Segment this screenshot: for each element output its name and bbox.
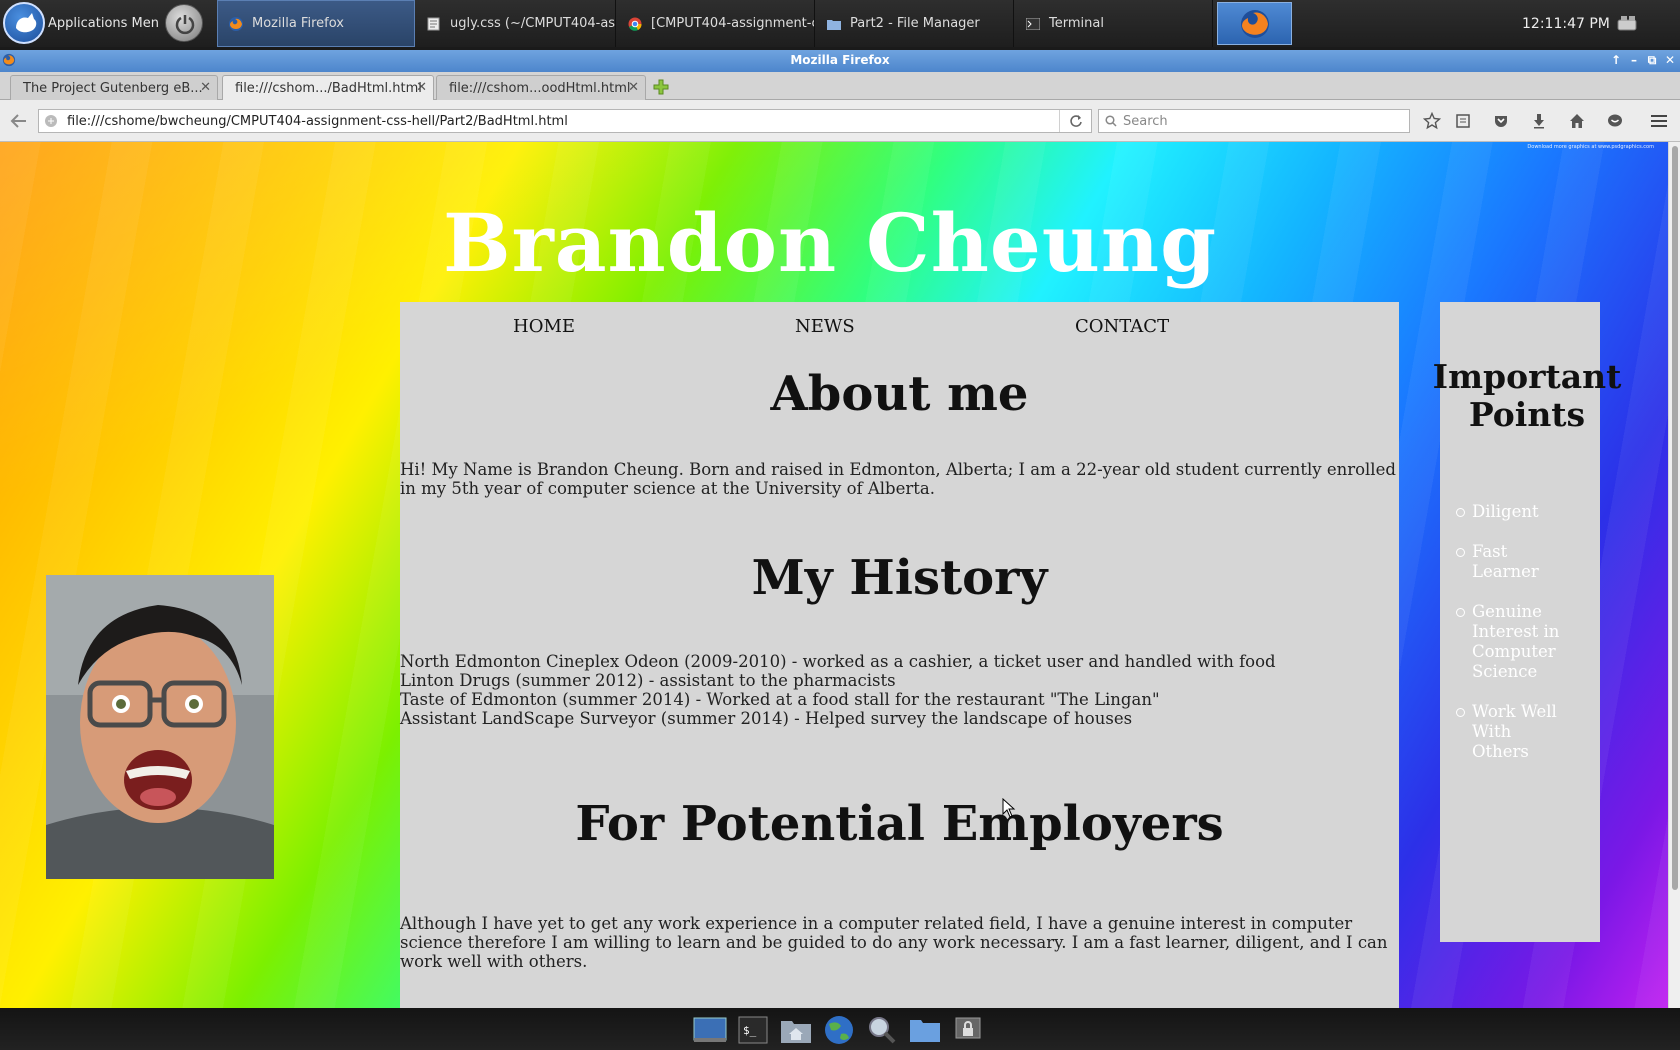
nav-link-contact[interactable]: CONTACT	[1075, 316, 1169, 337]
text-editor-icon	[426, 16, 442, 32]
folder-dock-icon[interactable]	[907, 1012, 943, 1048]
task-label: Part2 - File Manager	[850, 16, 980, 31]
network-icon[interactable]	[1617, 14, 1639, 36]
hamburger-menu-icon[interactable]	[1648, 110, 1670, 132]
task-label: Mozilla Firefox	[252, 16, 344, 31]
background-credit: Download more graphics at www.psdgraphic…	[1527, 144, 1654, 150]
maximize-icon[interactable]: ⧉	[1646, 52, 1658, 68]
point-item: Work Well With Others	[1456, 702, 1566, 762]
new-tab-plus-icon[interactable]	[652, 78, 672, 98]
tab-label: file:///cshom.../BadHtml.html	[235, 80, 422, 96]
vertical-scrollbar[interactable]	[1668, 142, 1680, 1008]
history-list: North Edmonton Cineplex Odeon (2009-2010…	[400, 652, 1399, 728]
terminal-dock-icon[interactable]: $_	[735, 1012, 771, 1048]
top-panel: Applications Menu Mozilla Firefox ugly.c…	[0, 0, 1680, 47]
task-label: [CMPUT404-assignment-c...	[651, 16, 815, 31]
about-heading: About me	[770, 366, 1029, 422]
history-item: Assistant LandScape Surveyor (summer 201…	[400, 709, 1133, 728]
mouse-cursor-icon	[1002, 797, 1016, 822]
xfce-mouse-icon[interactable]	[3, 2, 45, 44]
svg-text:$_: $_	[743, 1024, 757, 1037]
tab-close-icon[interactable]: ✕	[416, 80, 427, 95]
history-item: North Edmonton Cineplex Odeon (2009-2010…	[400, 652, 1276, 671]
tab-close-icon[interactable]: ✕	[628, 80, 639, 95]
url-bar[interactable]: file:///cshome/bwcheung/CMPUT404-assignm…	[38, 109, 1092, 133]
employers-heading: For Potential Employers	[575, 796, 1224, 852]
task-file-manager[interactable]: Part2 - File Manager	[816, 0, 1014, 47]
important-points-title: Important Points	[1432, 357, 1622, 434]
tab-gutenberg[interactable]: The Project Gutenberg eB... ✕	[10, 75, 218, 100]
applications-menu-label: Applications Menu	[48, 16, 160, 31]
task-terminal[interactable]: Terminal	[1015, 0, 1213, 47]
point-item: Diligent	[1456, 502, 1566, 522]
search-input[interactable]: Search	[1098, 109, 1410, 133]
page-info-icon[interactable]	[44, 114, 58, 132]
home-folder-icon[interactable]	[778, 1012, 814, 1048]
scrollbar-thumb[interactable]	[1672, 146, 1678, 890]
page-viewport[interactable]: Download more graphics at www.psdgraphic…	[0, 142, 1668, 1008]
search-app-icon[interactable]	[864, 1012, 900, 1048]
terminal-icon	[1025, 16, 1041, 32]
employers-text: Although I have yet to get any work expe…	[400, 914, 1388, 971]
nav-link-home[interactable]: HOME	[513, 316, 575, 337]
tab-badhtml[interactable]: file:///cshom.../BadHtml.html ✕	[222, 75, 434, 100]
tab-label: file:///cshom...oodHtml.html	[449, 80, 631, 96]
back-arrow-icon[interactable]	[6, 109, 32, 133]
lock-screen-icon[interactable]	[950, 1012, 986, 1048]
window-up-icon[interactable]: ↑	[1610, 52, 1622, 68]
search-icon	[1105, 115, 1117, 127]
clock[interactable]: 12:11:47 PM	[1522, 0, 1610, 47]
bookmark-star-icon[interactable]	[1421, 110, 1443, 132]
window-title: Mozilla Firefox	[790, 53, 890, 67]
task-firefox[interactable]: Mozilla Firefox	[217, 0, 415, 47]
tab-close-icon[interactable]: ✕	[200, 80, 211, 95]
site-title: Brandon Cheung	[442, 196, 1218, 290]
important-points-list: Diligent Fast Learner Genuine Interest i…	[1456, 502, 1566, 782]
task-label: ugly.css (~/CMPUT404-ass...	[450, 16, 616, 31]
history-item: Taste of Edmonton (summer 2014) - Worked…	[400, 690, 1160, 709]
hello-chat-icon[interactable]	[1604, 110, 1626, 132]
close-icon[interactable]: ✕	[1664, 52, 1676, 68]
home-icon[interactable]	[1566, 110, 1588, 132]
nav-link-news[interactable]: NEWS	[795, 316, 855, 337]
download-icon[interactable]	[1528, 110, 1550, 132]
minimize-icon[interactable]: –	[1628, 52, 1640, 68]
tab-goodhtml[interactable]: file:///cshom...oodHtml.html ✕	[436, 75, 646, 100]
tab-bar: The Project Gutenberg eB... ✕ file:///cs…	[0, 72, 1680, 100]
reading-list-icon[interactable]	[1452, 110, 1474, 132]
firefox-icon	[228, 16, 244, 32]
task-chrome[interactable]: [CMPUT404-assignment-c...	[617, 0, 815, 47]
reload-icon[interactable]	[1059, 110, 1091, 132]
navigation-toolbar: file:///cshome/bwcheung/CMPUT404-assignm…	[0, 100, 1680, 142]
history-heading: My History	[751, 550, 1048, 606]
folder-icon	[826, 16, 842, 32]
point-item: Genuine Interest in Computer Science	[1456, 602, 1566, 682]
point-item: Fast Learner	[1456, 542, 1566, 582]
dock: $_	[686, 1010, 986, 1050]
show-desktop-icon[interactable]	[692, 1012, 728, 1048]
applications-menu[interactable]: Applications Menu	[48, 0, 160, 47]
important-points-panel: Important Points Diligent Fast Learner G…	[1433, 302, 1621, 942]
power-icon[interactable]	[165, 4, 203, 42]
history-item: Linton Drugs (summer 2012) - assistant t…	[400, 671, 896, 690]
tab-label: The Project Gutenberg eB...	[23, 80, 203, 96]
profile-photo	[46, 575, 274, 879]
pocket-icon[interactable]	[1490, 110, 1512, 132]
web-browser-icon[interactable]	[821, 1012, 857, 1048]
window-titlebar[interactable]: Mozilla Firefox ↑ – ⧉ ✕	[0, 50, 1680, 72]
about-text: Hi! My Name is Brandon Cheung. Born and …	[400, 460, 1396, 498]
search-placeholder: Search	[1123, 113, 1168, 129]
firefox-launcher-icon[interactable]	[1217, 2, 1292, 45]
url-text: file:///cshome/bwcheung/CMPUT404-assignm…	[67, 113, 568, 129]
content-panel: HOME NEWS CONTACT About me Hi! My Name i…	[400, 302, 1399, 1008]
chrome-icon	[627, 16, 643, 32]
task-label: Terminal	[1049, 16, 1104, 31]
task-text-editor[interactable]: ugly.css (~/CMPUT404-ass...	[416, 0, 616, 47]
